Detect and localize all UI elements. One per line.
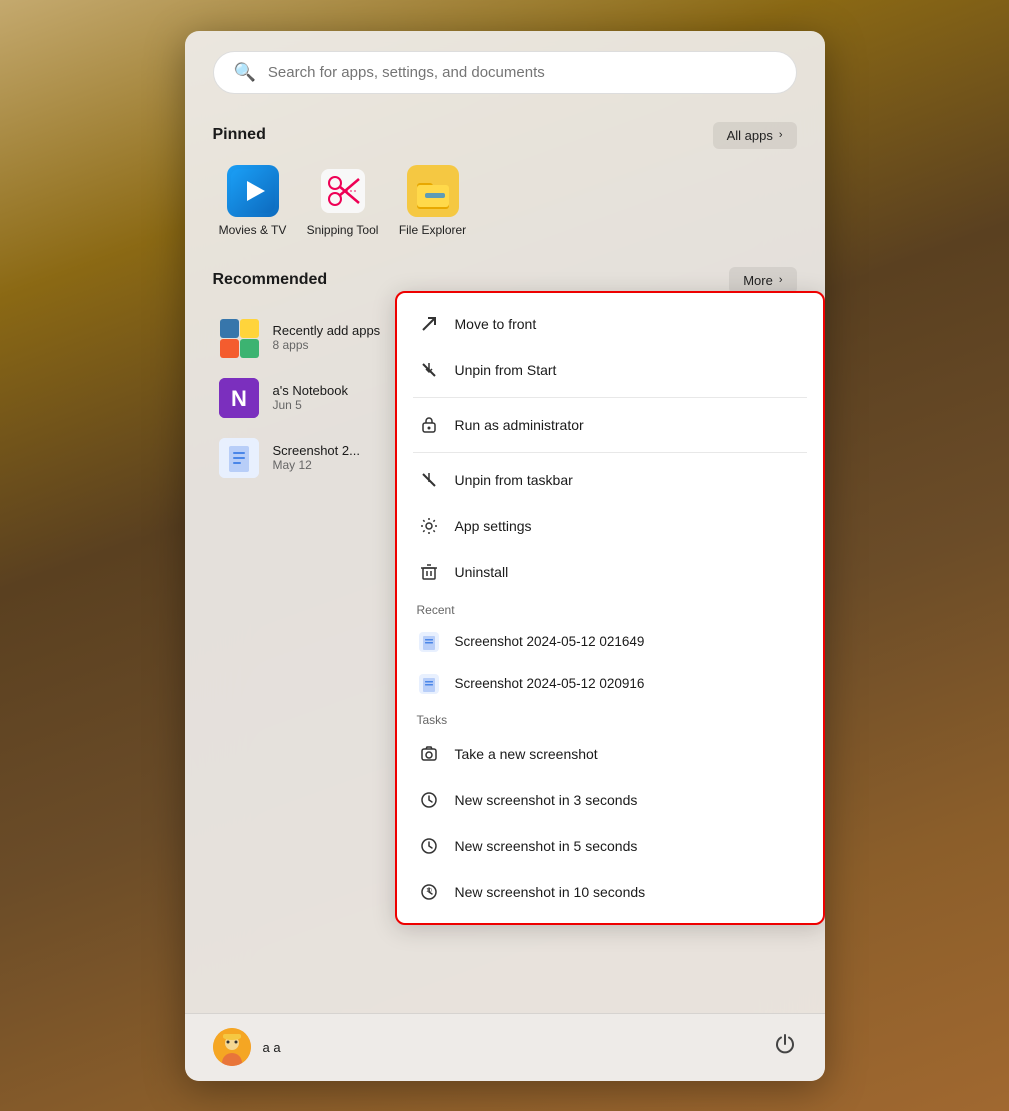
unpin-taskbar-label: Unpin from taskbar bbox=[455, 472, 573, 488]
menu-uninstall[interactable]: Uninstall bbox=[397, 549, 823, 595]
recent-file-2[interactable]: Screenshot 2024-05-12 020916 bbox=[397, 663, 823, 705]
menu-unpin-start[interactable]: Unpin from Start bbox=[397, 347, 823, 393]
move-to-front-label: Move to front bbox=[455, 316, 537, 332]
app-settings-label: App settings bbox=[455, 518, 532, 534]
menu-screenshot-10s[interactable]: 10 New screenshot in 10 seconds bbox=[397, 869, 823, 915]
divider-2 bbox=[413, 452, 807, 453]
menu-unpin-taskbar[interactable]: Unpin from taskbar bbox=[397, 457, 823, 503]
menu-screenshot-3s[interactable]: New screenshot in 3 seconds bbox=[397, 777, 823, 823]
recent-file-1-label: Screenshot 2024-05-12 021649 bbox=[455, 634, 645, 649]
menu-take-screenshot[interactable]: Take a new screenshot bbox=[397, 731, 823, 777]
snipping-label: Snipping Tool bbox=[303, 223, 383, 237]
run-admin-label: Run as administrator bbox=[455, 417, 584, 433]
search-input[interactable] bbox=[268, 64, 776, 81]
uninstall-icon bbox=[417, 560, 441, 584]
unpin-start-icon bbox=[417, 358, 441, 382]
unpin-taskbar-icon bbox=[417, 468, 441, 492]
recent-file-1[interactable]: Screenshot 2024-05-12 021649 bbox=[397, 621, 823, 663]
app-movies-tv[interactable]: Movies & TV bbox=[213, 165, 293, 237]
user-avatar[interactable] bbox=[213, 1028, 251, 1066]
snipping-icon bbox=[317, 165, 369, 217]
take-screenshot-label: Take a new screenshot bbox=[455, 746, 598, 762]
app-settings-icon bbox=[417, 514, 441, 538]
all-apps-label: All apps bbox=[727, 128, 773, 143]
screenshot-file-icon bbox=[219, 438, 259, 478]
menu-screenshot-5s[interactable]: New screenshot in 5 seconds bbox=[397, 823, 823, 869]
pinned-title: Pinned bbox=[213, 126, 266, 144]
screenshot-5s-icon bbox=[417, 834, 441, 858]
file-explorer-icon bbox=[407, 165, 459, 217]
uninstall-label: Uninstall bbox=[455, 564, 509, 580]
screenshot-5s-label: New screenshot in 5 seconds bbox=[455, 838, 638, 854]
screenshot-3s-icon bbox=[417, 788, 441, 812]
movies-tv-label: Movies & TV bbox=[213, 223, 293, 237]
movies-tv-icon bbox=[227, 165, 279, 217]
recommended-header: Recommended More › bbox=[213, 267, 797, 294]
all-apps-button[interactable]: All apps › bbox=[713, 122, 797, 149]
menu-run-as-admin[interactable]: Run as administrator bbox=[397, 402, 823, 448]
more-label: More bbox=[743, 273, 773, 288]
taskbar: a a bbox=[185, 1013, 825, 1081]
svg-text:N: N bbox=[231, 386, 247, 411]
run-admin-icon bbox=[417, 413, 441, 437]
screenshot-3s-label: New screenshot in 3 seconds bbox=[455, 792, 638, 808]
onenote-icon: N bbox=[219, 378, 259, 418]
unpin-start-label: Unpin from Start bbox=[455, 362, 557, 378]
context-menu: Move to front Unpin from Start bbox=[395, 291, 825, 925]
take-screenshot-icon bbox=[417, 742, 441, 766]
app-file-explorer[interactable]: File Explorer bbox=[393, 165, 473, 237]
screenshot-10s-icon: 10 bbox=[417, 880, 441, 904]
user-name: a a bbox=[263, 1040, 281, 1055]
recently-added-icon bbox=[219, 318, 259, 358]
more-chevron-icon: › bbox=[779, 274, 783, 286]
pinned-apps-grid: Movies & TV S bbox=[213, 165, 797, 237]
pinned-section-header: Pinned All apps › bbox=[213, 122, 797, 149]
chevron-right-icon: › bbox=[779, 129, 783, 141]
recent-section-label: Recent bbox=[397, 595, 823, 621]
power-button[interactable] bbox=[773, 1032, 797, 1062]
search-icon: 🔍 bbox=[234, 62, 256, 83]
menu-app-settings[interactable]: App settings bbox=[397, 503, 823, 549]
tasks-section-label: Tasks bbox=[397, 705, 823, 731]
screenshot-10s-label: New screenshot in 10 seconds bbox=[455, 884, 646, 900]
move-to-front-icon bbox=[417, 312, 441, 336]
recommended-title: Recommended bbox=[213, 271, 328, 289]
recent-file-2-label: Screenshot 2024-05-12 020916 bbox=[455, 676, 645, 691]
file-explorer-label: File Explorer bbox=[393, 223, 473, 237]
recent-file-1-icon bbox=[417, 630, 441, 654]
start-menu: 🔍 Pinned All apps › bbox=[185, 31, 825, 1081]
recent-file-2-icon bbox=[417, 672, 441, 696]
app-snipping[interactable]: Snipping Tool bbox=[303, 165, 383, 237]
svg-text:10: 10 bbox=[426, 888, 432, 894]
search-bar[interactable]: 🔍 bbox=[213, 51, 797, 94]
divider-1 bbox=[413, 397, 807, 398]
menu-move-to-front[interactable]: Move to front bbox=[397, 301, 823, 347]
more-button[interactable]: More › bbox=[729, 267, 796, 294]
